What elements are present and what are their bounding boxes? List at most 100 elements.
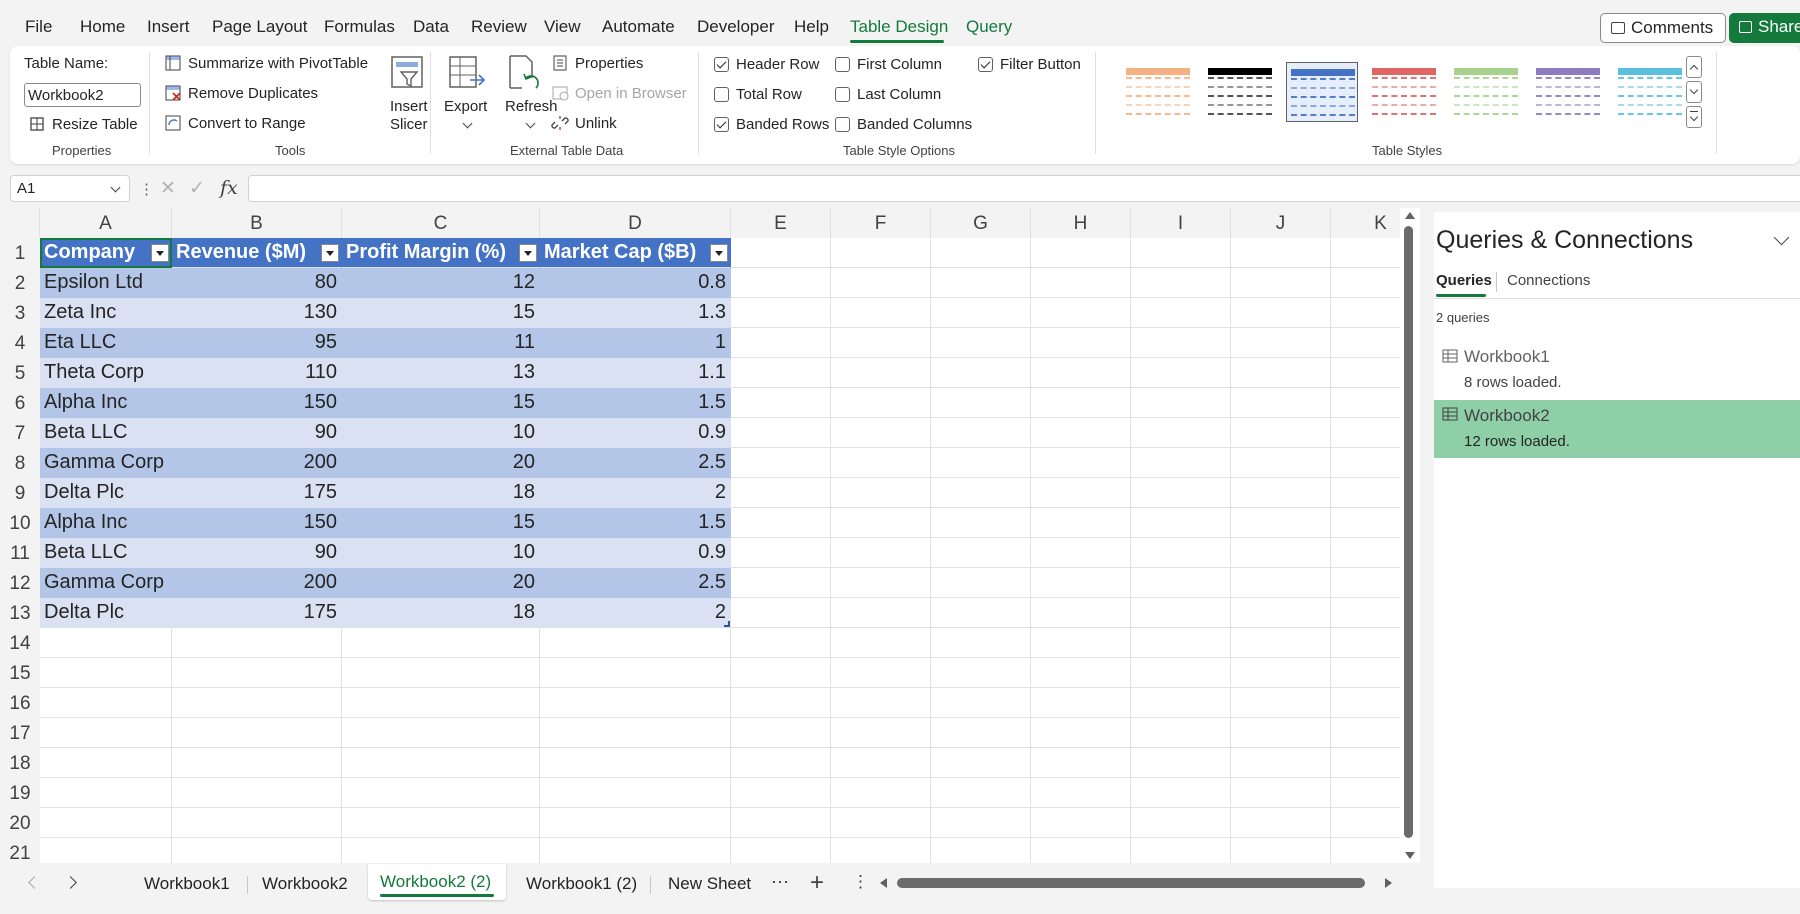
grid-cell[interactable] bbox=[172, 838, 342, 863]
grid-cell[interactable] bbox=[931, 658, 1031, 688]
table-cell[interactable]: Alpha Inc bbox=[40, 508, 172, 538]
table-cell[interactable]: 2.5 bbox=[540, 448, 731, 478]
table-cell[interactable]: 200 bbox=[172, 568, 342, 598]
table-cell[interactable]: 150 bbox=[172, 508, 342, 538]
table-cell[interactable]: 1.5 bbox=[540, 508, 731, 538]
column-header[interactable]: B bbox=[172, 208, 342, 238]
grid-cell[interactable] bbox=[931, 238, 1031, 268]
summarize-pivot-button[interactable]: Summarize with PivotTable bbox=[164, 54, 374, 76]
add-sheet-button[interactable]: + bbox=[810, 869, 824, 897]
filter-dropdown-icon[interactable] bbox=[321, 244, 339, 262]
table-cell[interactable]: 130 bbox=[172, 298, 342, 328]
row-header[interactable]: 2 bbox=[0, 268, 40, 298]
grid-cell[interactable] bbox=[831, 628, 931, 658]
table-cell[interactable]: 0.9 bbox=[540, 538, 731, 568]
gallery-more-button[interactable] bbox=[1686, 106, 1702, 128]
table-cell[interactable]: Theta Corp bbox=[40, 358, 172, 388]
grid-cell[interactable] bbox=[540, 748, 731, 778]
filter-dropdown-icon[interactable] bbox=[519, 244, 537, 262]
grid-cell[interactable] bbox=[1231, 238, 1331, 268]
grid-cell[interactable] bbox=[342, 808, 540, 838]
grid-cell[interactable] bbox=[1131, 328, 1231, 358]
gallery-scroll-up-button[interactable] bbox=[1686, 56, 1702, 78]
grid-cell[interactable] bbox=[1231, 478, 1331, 508]
grid-cell[interactable] bbox=[1131, 658, 1231, 688]
collapse-pane-icon[interactable] bbox=[1773, 229, 1790, 246]
row-header[interactable]: 7 bbox=[0, 418, 40, 448]
table-cell[interactable]: 15 bbox=[342, 298, 540, 328]
grid-cell[interactable] bbox=[172, 688, 342, 718]
column-header[interactable]: I bbox=[1131, 208, 1231, 238]
table-cell[interactable]: 1.3 bbox=[540, 298, 731, 328]
grid-cell[interactable] bbox=[1231, 628, 1331, 658]
grid-cell[interactable] bbox=[1131, 358, 1231, 388]
grid-cell[interactable] bbox=[731, 238, 831, 268]
resize-table-button[interactable]: Resize Table bbox=[28, 114, 148, 138]
previous-sheet-icon[interactable] bbox=[28, 876, 41, 889]
grid-cell[interactable] bbox=[1031, 628, 1131, 658]
row-header[interactable]: 8 bbox=[0, 448, 40, 478]
grid-cell[interactable] bbox=[1131, 568, 1231, 598]
column-header[interactable]: C bbox=[342, 208, 540, 238]
first-column-checkbox[interactable]: First Column bbox=[835, 55, 955, 75]
table-cell[interactable]: 18 bbox=[342, 478, 540, 508]
grid-cell[interactable] bbox=[1231, 268, 1331, 298]
sheet-tab-workbook1-2[interactable]: Workbook1 (2) bbox=[526, 874, 637, 894]
grid-cell[interactable] bbox=[1231, 838, 1331, 863]
grid-cell[interactable] bbox=[1231, 448, 1331, 478]
menu-review[interactable]: Review bbox=[471, 17, 527, 37]
menu-data[interactable]: Data bbox=[413, 17, 449, 37]
table-cell[interactable]: 110 bbox=[172, 358, 342, 388]
grid-cell[interactable] bbox=[831, 268, 931, 298]
grid-cell[interactable] bbox=[1031, 238, 1131, 268]
table-style-swatch[interactable] bbox=[1614, 62, 1686, 122]
grid-cell[interactable] bbox=[731, 778, 831, 808]
grid-cell[interactable] bbox=[1031, 538, 1131, 568]
grid-cell[interactable] bbox=[1131, 628, 1231, 658]
table-cell[interactable]: 175 bbox=[172, 478, 342, 508]
scroll-left-arrow-icon[interactable] bbox=[880, 878, 887, 888]
comments-button[interactable]: Comments bbox=[1600, 13, 1727, 43]
grid-cell[interactable] bbox=[1231, 778, 1331, 808]
grid-cell[interactable] bbox=[731, 478, 831, 508]
menu-query[interactable]: Query bbox=[966, 17, 1012, 37]
table-cell[interactable]: 20 bbox=[342, 448, 540, 478]
table-style-swatch[interactable] bbox=[1204, 62, 1276, 122]
grid-cell[interactable] bbox=[731, 388, 831, 418]
column-header[interactable]: E bbox=[731, 208, 831, 238]
sheet-tab-workbook2[interactable]: Workbook2 bbox=[262, 874, 348, 894]
grid-cell[interactable] bbox=[1131, 268, 1231, 298]
table-cell[interactable]: 95 bbox=[172, 328, 342, 358]
grid-cell[interactable] bbox=[731, 508, 831, 538]
grid-cell[interactable] bbox=[1231, 808, 1331, 838]
grid-cell[interactable] bbox=[1031, 808, 1131, 838]
scroll-right-arrow-icon[interactable] bbox=[1385, 878, 1392, 888]
grid-cell[interactable] bbox=[172, 718, 342, 748]
grid-cell[interactable] bbox=[831, 838, 931, 863]
grid-cell[interactable] bbox=[1231, 688, 1331, 718]
grid-cell[interactable] bbox=[342, 718, 540, 748]
grid-cell[interactable] bbox=[931, 598, 1031, 628]
table-cell[interactable]: Epsilon Ltd bbox=[40, 268, 172, 298]
horizontal-scroll-thumb[interactable] bbox=[897, 878, 1365, 888]
grid-cell[interactable] bbox=[1131, 238, 1231, 268]
sheet-tab-new-sheet[interactable]: New Sheet bbox=[668, 874, 751, 894]
grid-cell[interactable] bbox=[172, 628, 342, 658]
table-style-swatch[interactable] bbox=[1368, 62, 1440, 122]
grid-cell[interactable] bbox=[1131, 808, 1231, 838]
grid-cell[interactable] bbox=[172, 808, 342, 838]
grid-cell[interactable] bbox=[1231, 598, 1331, 628]
select-all-corner[interactable] bbox=[0, 208, 40, 238]
name-box[interactable]: A1 bbox=[10, 175, 130, 202]
grid-cell[interactable] bbox=[1231, 718, 1331, 748]
grid-cell[interactable] bbox=[342, 838, 540, 863]
query-item-workbook2[interactable]: Workbook2 12 rows loaded. bbox=[1434, 400, 1800, 458]
row-header[interactable]: 12 bbox=[0, 568, 40, 598]
table-style-swatch[interactable] bbox=[1122, 62, 1194, 122]
grid-cell[interactable] bbox=[831, 418, 931, 448]
grid-cell[interactable] bbox=[731, 448, 831, 478]
row-header[interactable]: 14 bbox=[0, 628, 40, 658]
table-cell[interactable]: Beta LLC bbox=[40, 418, 172, 448]
grid-cell[interactable] bbox=[1131, 838, 1231, 863]
grid-cell[interactable] bbox=[931, 628, 1031, 658]
